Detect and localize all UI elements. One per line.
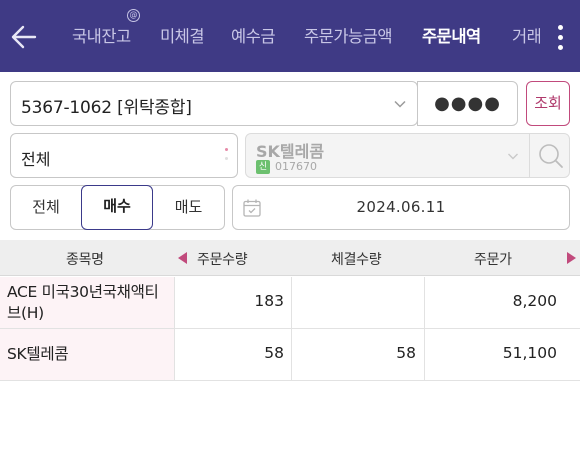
- column-divider: [424, 277, 425, 381]
- market-badge: 신: [256, 160, 270, 174]
- segment-buy[interactable]: 매수: [81, 185, 153, 230]
- table-row[interactable]: SK텔레콤 58 58 51,100: [0, 329, 580, 381]
- tab-transactions[interactable]: 거래: [512, 26, 540, 48]
- column-header-order-qty: 주문수량: [197, 252, 248, 268]
- column-header-order-price: 주문가: [474, 252, 512, 268]
- row-order-qty: 183: [254, 292, 284, 310]
- row-filled-qty: 58: [396, 344, 416, 362]
- row-order-price: 51,100: [502, 344, 557, 362]
- stock-name: SK텔레콤: [256, 142, 325, 161]
- row-stock-name: SK텔레콤: [7, 345, 69, 363]
- password-field[interactable]: ●●●●: [417, 81, 518, 126]
- date-value: 2024.06.11: [356, 198, 446, 216]
- stock-search-button[interactable]: [529, 134, 571, 177]
- tab-order-history[interactable]: 주문내역: [422, 26, 481, 48]
- nav-tabs: 국내잔고 @ 미체결 예수금 주문가능금액 주문내역 거래: [50, 0, 540, 72]
- scope-select[interactable]: 전체: [10, 133, 238, 178]
- query-button[interactable]: 조회: [526, 81, 570, 126]
- account-value: 5367-1062 [위탁종합]: [21, 98, 192, 118]
- required-marker-icon: [225, 148, 229, 164]
- order-type-segment: 전체 매수 매도: [10, 185, 225, 230]
- scope-value: 전체: [21, 150, 51, 169]
- tab-domestic-balance[interactable]: 국내잔고: [72, 26, 131, 48]
- search-icon: [539, 144, 563, 168]
- segment-all[interactable]: 전체: [11, 186, 81, 229]
- tab-unfilled[interactable]: 미체결: [160, 26, 205, 48]
- top-nav-bar: 국내잔고 @ 미체결 예수금 주문가능금액 주문내역 거래: [0, 0, 580, 72]
- column-divider: [291, 277, 292, 381]
- arrow-left-icon[interactable]: [8, 20, 42, 54]
- row-order-price: 8,200: [512, 292, 557, 310]
- row-stock-name: ACE 미국30년국채액티브(H): [7, 283, 159, 322]
- table-row[interactable]: ACE 미국30년국채액티브(H) 183 8,200: [0, 277, 580, 329]
- scroll-right-icon[interactable]: [567, 252, 576, 264]
- chevron-down-icon: [508, 153, 518, 160]
- row-order-qty: 58: [264, 344, 284, 362]
- date-picker[interactable]: 2024.06.11: [232, 185, 570, 230]
- table-header: 종목명 주문수량 체결수량 주문가: [0, 240, 580, 276]
- account-select[interactable]: 5367-1062 [위탁종합]: [10, 81, 418, 126]
- kebab-menu-icon[interactable]: [550, 22, 570, 52]
- tab-orderable-amount[interactable]: 주문가능금액: [304, 26, 393, 48]
- column-divider: [174, 277, 175, 381]
- password-mask: ●●●●: [434, 93, 501, 114]
- column-header-filled-qty: 체결수량: [331, 252, 382, 268]
- segment-sell[interactable]: 매도: [153, 186, 224, 229]
- tab-deposit[interactable]: 예수금: [231, 26, 276, 48]
- stock-code: 017670: [275, 160, 317, 173]
- notification-badge: @: [127, 9, 140, 22]
- column-header-name: 종목명: [66, 252, 104, 268]
- chevron-down-icon: [394, 100, 406, 108]
- scroll-left-icon[interactable]: [178, 252, 187, 264]
- stock-field[interactable]: SK텔레콤 신 017670: [245, 133, 570, 178]
